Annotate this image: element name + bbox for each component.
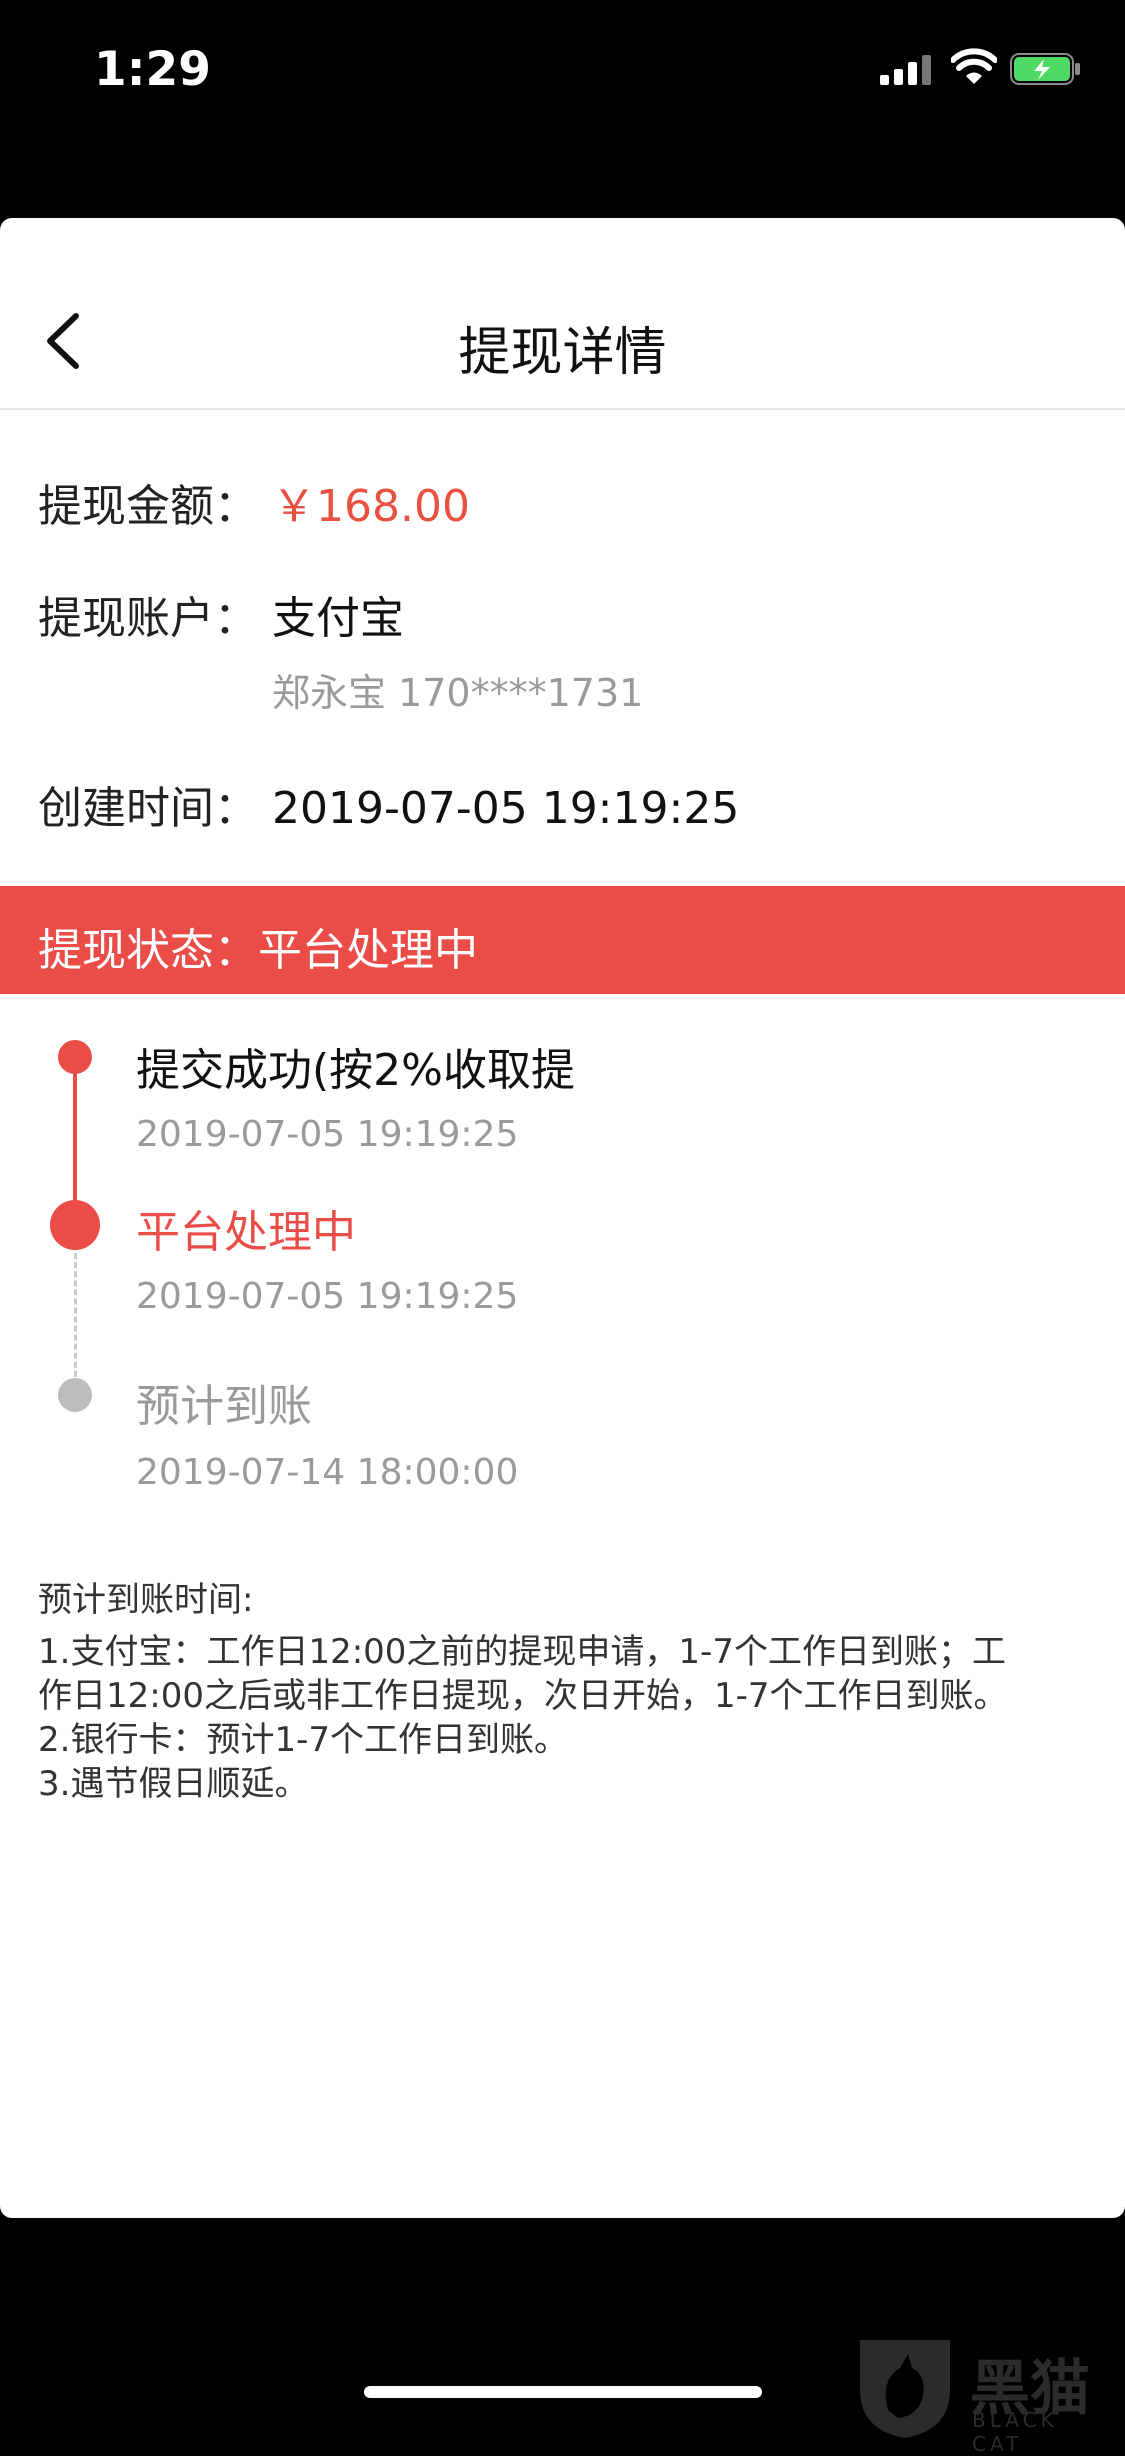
created-value: 2019-07-05 19:19:25 <box>272 783 740 834</box>
timeline-step-title: 平台处理中 <box>136 1207 356 1258</box>
home-indicator[interactable] <box>364 2386 762 2398</box>
timeline-step-title: 提交成功(按2%收取提 <box>136 1045 575 1096</box>
notes-line: 2.银行卡：预计1-7个工作日到账。 <box>38 1720 568 1760</box>
amount-value: ￥168.00 <box>272 481 470 532</box>
navigation-bar: 提现详情 <box>0 218 1125 410</box>
notes-line: 作日12:00之后或非工作日提现，次日开始，1-7个工作日到账。 <box>38 1676 1008 1716</box>
status-banner: 提现状态：平台处理中 <box>0 886 1125 994</box>
timeline-dot-pending <box>58 1378 92 1412</box>
account-value: 支付宝 <box>272 593 404 644</box>
cat-logo-icon <box>860 2340 950 2438</box>
amount-row: 提现金额： ￥168.00 <box>38 470 470 534</box>
page-title: 提现详情 <box>458 323 667 383</box>
created-time-row: 创建时间： 2019-07-05 19:19:25 <box>38 772 739 836</box>
watermark-en: BLACK CAT <box>972 2408 1058 2456</box>
status-time: 1:29 <box>94 42 211 97</box>
notes-heading: 预计到账时间: <box>38 1580 254 1620</box>
account-holder: 郑永宝 170****1731 <box>272 671 644 715</box>
timeline-dot-current <box>50 1200 100 1250</box>
account-row: 提现账户： 支付宝 <box>38 582 404 646</box>
battery-icon <box>1010 53 1080 85</box>
timeline-step-time: 2019-07-05 19:19:25 <box>136 1114 519 1155</box>
timeline-step-time: 2019-07-14 18:00:00 <box>136 1452 519 1493</box>
arrival-notes: 预计到账时间: 1.支付宝：工作日12:00之前的提现申请，1-7个工作日到账；… <box>38 1578 1098 1806</box>
created-label: 创建时间： <box>38 783 258 834</box>
notes-line: 1.支付宝：工作日12:00之前的提现申请，1-7个工作日到账；工 <box>38 1632 1006 1672</box>
notes-line: 3.遇节假日顺延。 <box>38 1764 309 1804</box>
black-cat-watermark: 黑猫 BLACK CAT <box>850 2330 1110 2456</box>
timeline-step-title: 预计到账 <box>136 1381 312 1432</box>
account-label: 提现账户： <box>38 593 258 644</box>
status-bar: 1:29 <box>0 0 1125 140</box>
timeline-step-time: 2019-07-05 19:19:25 <box>136 1276 519 1317</box>
timeline-dot-done <box>58 1040 92 1074</box>
amount-label: 提现金额： <box>38 481 258 532</box>
wifi-icon <box>951 48 997 84</box>
status-text: 提现状态：平台处理中 <box>38 925 478 976</box>
withdrawal-detail-card: 提现详情 提现金额： ￥168.00 提现账户： 支付宝 郑永宝 170****17… <box>0 218 1125 2218</box>
signal-icon <box>880 55 936 85</box>
